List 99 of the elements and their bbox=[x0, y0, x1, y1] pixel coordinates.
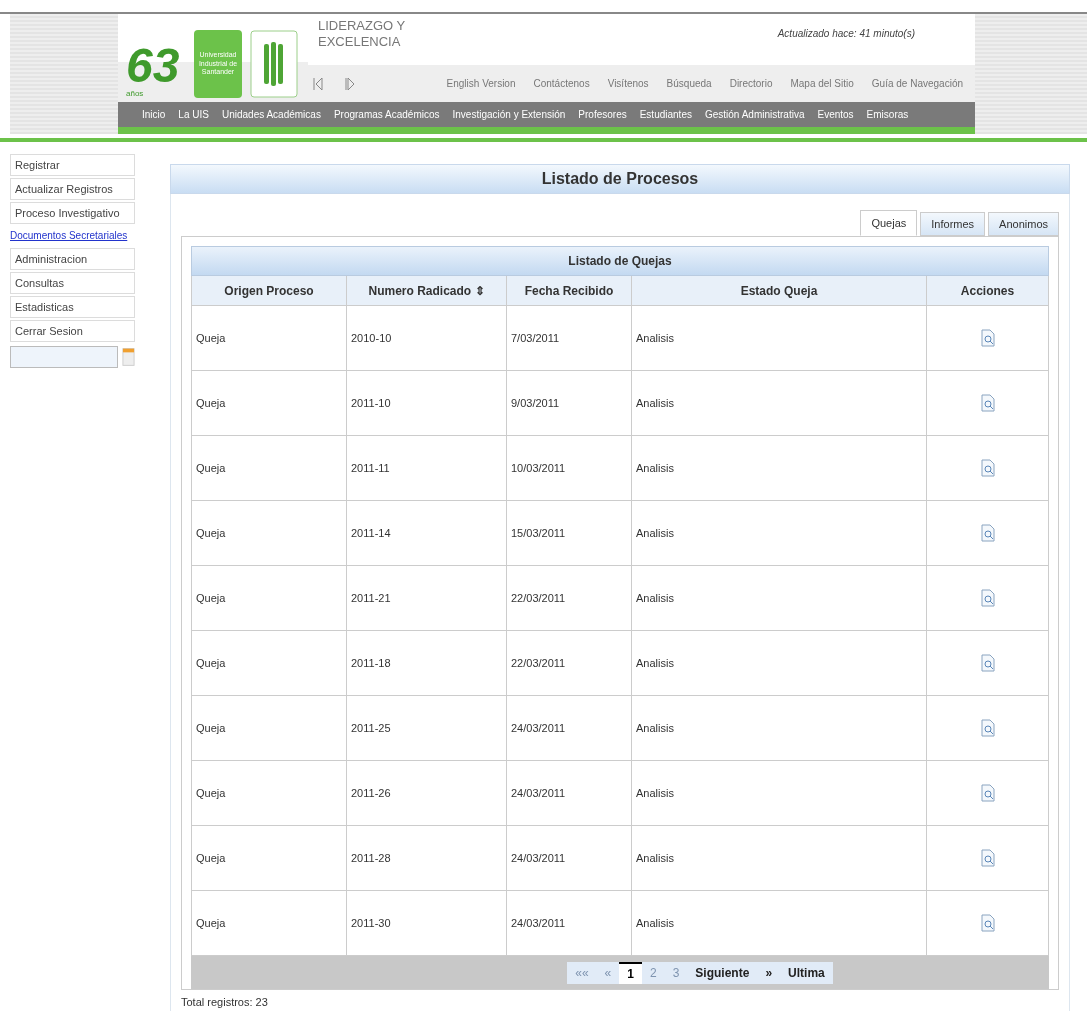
date-input-field[interactable] bbox=[10, 346, 118, 368]
total-records: Total registros: 23 bbox=[181, 995, 269, 1010]
view-document-icon[interactable] bbox=[980, 589, 995, 607]
table-cell-text: Queja bbox=[196, 720, 226, 736]
table-cell-text: 24/03/2011 bbox=[511, 785, 566, 801]
table-cell-text: Queja bbox=[196, 330, 226, 346]
table-cell-text: 2011-28 bbox=[351, 850, 391, 866]
page-button[interactable]: Siguiente bbox=[687, 961, 758, 984]
nav-link[interactable]: Investigación y Extensión bbox=[452, 106, 566, 122]
column-header[interactable]: Origen Proceso bbox=[224, 281, 314, 300]
table-cell-text: 2011-25 bbox=[351, 720, 391, 736]
calendar-icon[interactable] bbox=[122, 347, 135, 367]
sidebar-item[interactable]: Consultas bbox=[10, 272, 135, 294]
table-cell-text: 2011-18 bbox=[351, 655, 391, 671]
nav-link[interactable]: Eventos bbox=[817, 106, 854, 122]
next-icon[interactable] bbox=[344, 76, 356, 91]
view-document-icon[interactable] bbox=[980, 394, 995, 412]
table-cell-text: 22/03/2011 bbox=[511, 655, 566, 671]
sidebar-item[interactable]: Registrar bbox=[10, 154, 135, 176]
header-link[interactable]: Guía de Navegación bbox=[871, 76, 963, 91]
table-cell-text: Analisis bbox=[636, 785, 674, 801]
table-cell-text: 2011-21 bbox=[351, 590, 391, 606]
table-cell-text: 2011-26 bbox=[351, 785, 391, 801]
column-header[interactable]: Acciones bbox=[960, 281, 1015, 300]
table-cell-text: Queja bbox=[196, 460, 226, 476]
table-cell-text: 2011-10 bbox=[351, 395, 391, 411]
header-link[interactable]: Directorio bbox=[729, 76, 773, 91]
tab[interactable]: Quejas bbox=[860, 210, 918, 236]
nav-link[interactable]: Unidades Académicas bbox=[221, 106, 321, 122]
header-link[interactable]: Mapa del Sitio bbox=[790, 76, 854, 91]
view-document-icon[interactable] bbox=[980, 459, 995, 477]
previous-icon[interactable] bbox=[312, 76, 324, 91]
header-link[interactable]: Contáctenos bbox=[533, 76, 590, 91]
sidebar-item[interactable]: Estadisticas bbox=[10, 296, 135, 318]
sidebar-link[interactable]: Documentos Secretariales bbox=[10, 226, 135, 246]
table-cell-text: Queja bbox=[196, 655, 226, 671]
view-document-icon[interactable] bbox=[980, 784, 995, 802]
table-cell-text: Queja bbox=[196, 850, 226, 866]
table-cell-text: Analisis bbox=[636, 395, 674, 411]
nav-link[interactable]: Gestión Administrativa bbox=[704, 106, 805, 122]
table-cell-text: Queja bbox=[196, 395, 226, 411]
nav-link[interactable]: La UIS bbox=[178, 106, 209, 122]
table-cell-text: 2010-10 bbox=[351, 330, 392, 346]
view-document-icon[interactable] bbox=[980, 849, 995, 867]
view-document-icon[interactable] bbox=[980, 914, 995, 932]
update-notice: Actualizado hace: 41 minuto(s) bbox=[777, 27, 915, 41]
nav-link[interactable]: Estudiantes bbox=[639, 106, 692, 122]
nav-link[interactable]: Emisoras bbox=[866, 106, 909, 122]
slogan-text: LIDERAZGO Y EXCELENCIA bbox=[317, 17, 406, 52]
table-cell-text: 24/03/2011 bbox=[511, 720, 566, 736]
table-cell-text: 2011-30 bbox=[351, 915, 391, 931]
table-cell-text: Analisis bbox=[636, 915, 674, 931]
table-cell-text: 24/03/2011 bbox=[511, 915, 566, 931]
table-cell-text: 10/03/2011 bbox=[511, 460, 566, 476]
header-link[interactable]: English Version bbox=[446, 76, 516, 91]
table-cell-text: Analisis bbox=[636, 720, 674, 736]
column-header[interactable]: Fecha Recibido bbox=[524, 281, 614, 300]
table-cell-text: Analisis bbox=[636, 525, 674, 541]
tab[interactable]: Anonimos bbox=[988, 212, 1059, 236]
table-cell-text: 9/03/2011 bbox=[511, 395, 560, 411]
table-cell-text: Queja bbox=[196, 915, 226, 931]
table-cell-text: 15/03/2011 bbox=[511, 525, 566, 541]
column-header[interactable]: Numero Radicado ⇕ bbox=[368, 281, 485, 300]
table-cell-text: 2011-14 bbox=[351, 525, 391, 541]
sidebar-item[interactable]: Proceso Investigativo bbox=[10, 202, 135, 224]
nav-link[interactable]: Inicio bbox=[142, 106, 166, 122]
uis-emblem-icon bbox=[250, 30, 298, 98]
table-cell-text: 7/03/2011 bbox=[511, 330, 560, 346]
nav-link[interactable]: Profesores bbox=[578, 106, 627, 122]
panel-title: Listado de Procesos bbox=[541, 169, 699, 189]
sidebar-item[interactable]: Cerrar Sesion bbox=[10, 320, 135, 342]
table-cell-text: 22/03/2011 bbox=[511, 590, 566, 606]
view-document-icon[interactable] bbox=[980, 524, 995, 542]
view-document-icon[interactable] bbox=[980, 654, 995, 672]
view-document-icon[interactable] bbox=[980, 719, 995, 737]
nav-link[interactable]: Programas Académicos bbox=[333, 106, 440, 122]
page-button[interactable]: 1 bbox=[619, 961, 642, 984]
view-document-icon[interactable] bbox=[980, 329, 995, 347]
table-cell-text: Analisis bbox=[636, 590, 674, 606]
table-cell-text: Analisis bbox=[636, 655, 674, 671]
sidebar-item[interactable]: Actualizar Registros bbox=[10, 178, 135, 200]
table-cell-text: 2011-11 bbox=[351, 460, 390, 476]
table-cell-text: 24/03/2011 bbox=[511, 850, 566, 866]
table-cell-text: Analisis bbox=[636, 850, 674, 866]
table-cell-text: Queja bbox=[196, 590, 226, 606]
logo-number: 63 bbox=[126, 42, 180, 90]
page-button[interactable]: Ultima bbox=[780, 961, 833, 984]
sidebar-item[interactable]: Administracion bbox=[10, 248, 135, 270]
table-caption: Listado de Quejas bbox=[568, 253, 672, 270]
logo-caption: años bbox=[126, 90, 144, 98]
header-link[interactable]: Búsqueda bbox=[666, 76, 712, 91]
table-cell-text: Analisis bbox=[636, 460, 674, 476]
column-header[interactable]: Estado Queja bbox=[740, 281, 818, 300]
header-link[interactable]: Visítenos bbox=[607, 76, 649, 91]
table-cell-text: Queja bbox=[196, 785, 226, 801]
table-cell-text: Analisis bbox=[636, 330, 674, 346]
tab[interactable]: Informes bbox=[920, 212, 986, 236]
table-cell-text: Queja bbox=[196, 525, 226, 541]
page-button[interactable]: » bbox=[757, 961, 781, 984]
